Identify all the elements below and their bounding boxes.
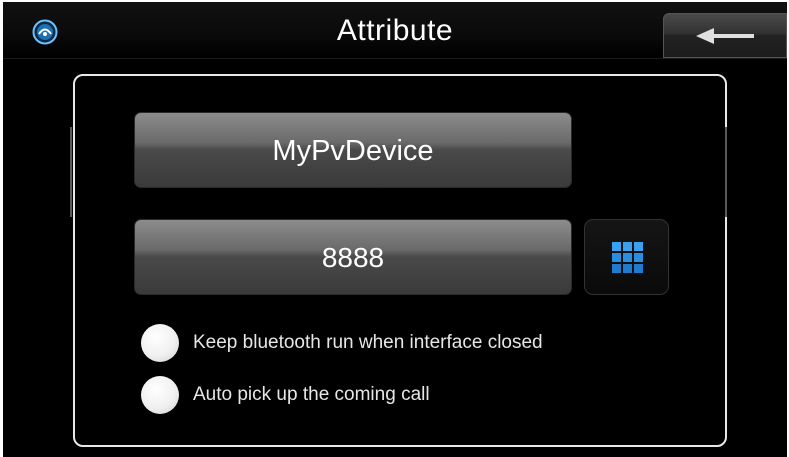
pin-code-button[interactable]: 8888 [134, 219, 572, 295]
back-button[interactable] [663, 13, 787, 58]
screen: Attribute MyPvDevice 8888 Keep bluetooth… [3, 2, 787, 457]
keypad-button[interactable] [584, 219, 669, 295]
title-bar: Attribute [3, 2, 787, 59]
left-arrow-icon [696, 28, 754, 44]
radio-button[interactable] [141, 324, 179, 362]
option-label: Keep bluetooth run when interface closed [193, 332, 543, 353]
panel-scroll-indicator-right [725, 127, 727, 217]
option-label: Auto pick up the coming call [193, 384, 430, 405]
panel-scroll-indicator-left [70, 127, 72, 217]
radio-button[interactable] [141, 376, 179, 414]
device-name-button[interactable]: MyPvDevice [134, 112, 572, 188]
keypad-grid-icon [612, 242, 643, 273]
